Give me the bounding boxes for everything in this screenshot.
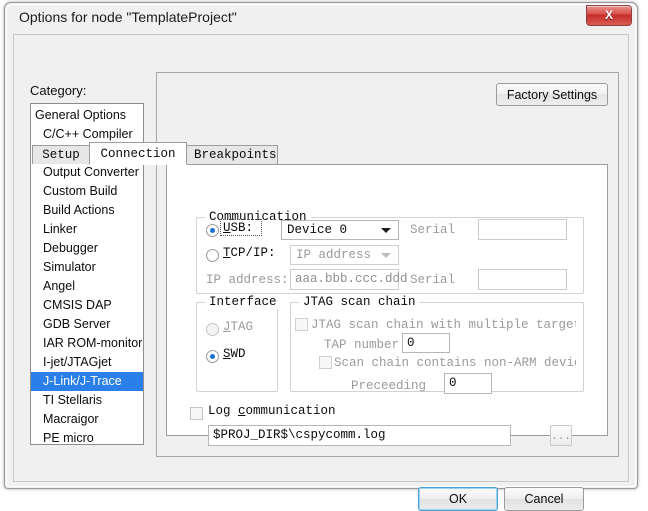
tcp-serial-input[interactable] [478,269,567,290]
category-item[interactable]: General Options [31,106,143,125]
usb-device-combo[interactable]: Device 0 [281,220,399,240]
non-arm-label: Scan chain contains non-ARM devices [334,356,576,369]
factory-settings-button[interactable]: Factory Settings [496,83,608,106]
category-item[interactable]: TI Stellaris [31,391,143,410]
category-item[interactable]: CMSIS DAP [31,296,143,315]
dialog-content-area: Category: General OptionsC/C++ CompilerA… [13,34,629,511]
multi-target-checkbox[interactable] [295,318,308,331]
ok-button[interactable]: OK [418,487,498,511]
close-icon: X [604,8,613,22]
tab-setup[interactable]: Setup [32,145,90,164]
usb-device-combo-value: Device 0 [287,223,348,237]
non-arm-label-clip: Scan chain contains non-ARM devices [334,353,576,369]
usb-label: USB: [223,221,254,235]
category-item[interactable]: IAR ROM-monitor [31,334,143,353]
swd-radio[interactable] [206,350,219,363]
tab-breakpoints[interactable]: Breakpoints [186,145,278,164]
tap-number-input[interactable]: 0 [402,333,450,353]
cancel-button[interactable]: Cancel [504,487,584,511]
usb-serial-label: Serial [410,223,456,237]
ip-address-input[interactable]: aaa.bbb.ccc.ddd [290,269,408,290]
tcp-serial-label: Serial [410,273,456,287]
category-item[interactable]: Angel [31,277,143,296]
tap-number-label: TAP number: [324,338,407,352]
chevron-down-icon [381,228,391,233]
multi-target-label: JTAG scan chain with multiple targets [311,318,576,331]
jtag-radio-label: JTAG [223,320,254,334]
window-title: Options for node "TemplateProject" [19,9,237,25]
category-label: Category: [30,83,87,98]
category-item[interactable]: Debugger [31,239,143,258]
log-path-input[interactable]: $PROJ_DIR$\cspycomm.log [208,425,511,446]
ip-address-combo[interactable]: IP address [290,245,399,265]
jtag-radio[interactable] [206,323,219,336]
tcpip-label: TCP/IP: [223,246,276,260]
ip-address-label: IP address: [206,273,289,287]
category-item[interactable]: Build Actions [31,201,143,220]
tab-connection[interactable]: Connection [89,142,187,165]
interface-group-title: Interface [205,295,281,309]
category-item[interactable]: I-jet/JTAGjet [31,353,143,372]
non-arm-checkbox[interactable] [319,356,332,369]
chevron-down-icon [381,253,391,258]
preceeding-label: Preceeding [351,379,427,393]
swd-radio-label: SWD [223,347,246,361]
category-item[interactable]: Output Converter [31,163,143,182]
ip-address-combo-value: IP address [296,248,372,262]
category-item[interactable]: PE micro [31,429,143,444]
log-communication-checkbox[interactable] [190,407,203,420]
log-communication-label: Log communication [208,404,336,418]
close-button[interactable]: X [586,5,632,26]
category-item[interactable]: J-Link/J-Trace [31,372,143,391]
category-item[interactable]: Macraigor [31,410,143,429]
usb-radio[interactable] [206,224,219,237]
log-browse-button[interactable]: ... [550,425,572,446]
category-item[interactable]: Linker [31,220,143,239]
multi-target-label-clip: JTAG scan chain with multiple targets [311,315,576,331]
options-dialog-window: Options for node "TemplateProject" X Cat… [4,2,638,511]
usb-serial-input[interactable] [478,219,567,240]
tcpip-radio[interactable] [206,249,219,262]
category-item[interactable]: GDB Server [31,315,143,334]
preceeding-input[interactable]: 0 [444,373,492,394]
title-bar: Options for node "TemplateProject" X [5,3,637,33]
category-item[interactable]: Custom Build [31,182,143,201]
category-item[interactable]: Simulator [31,258,143,277]
jtag-scan-chain-group-title: JTAG scan chain [299,295,420,309]
